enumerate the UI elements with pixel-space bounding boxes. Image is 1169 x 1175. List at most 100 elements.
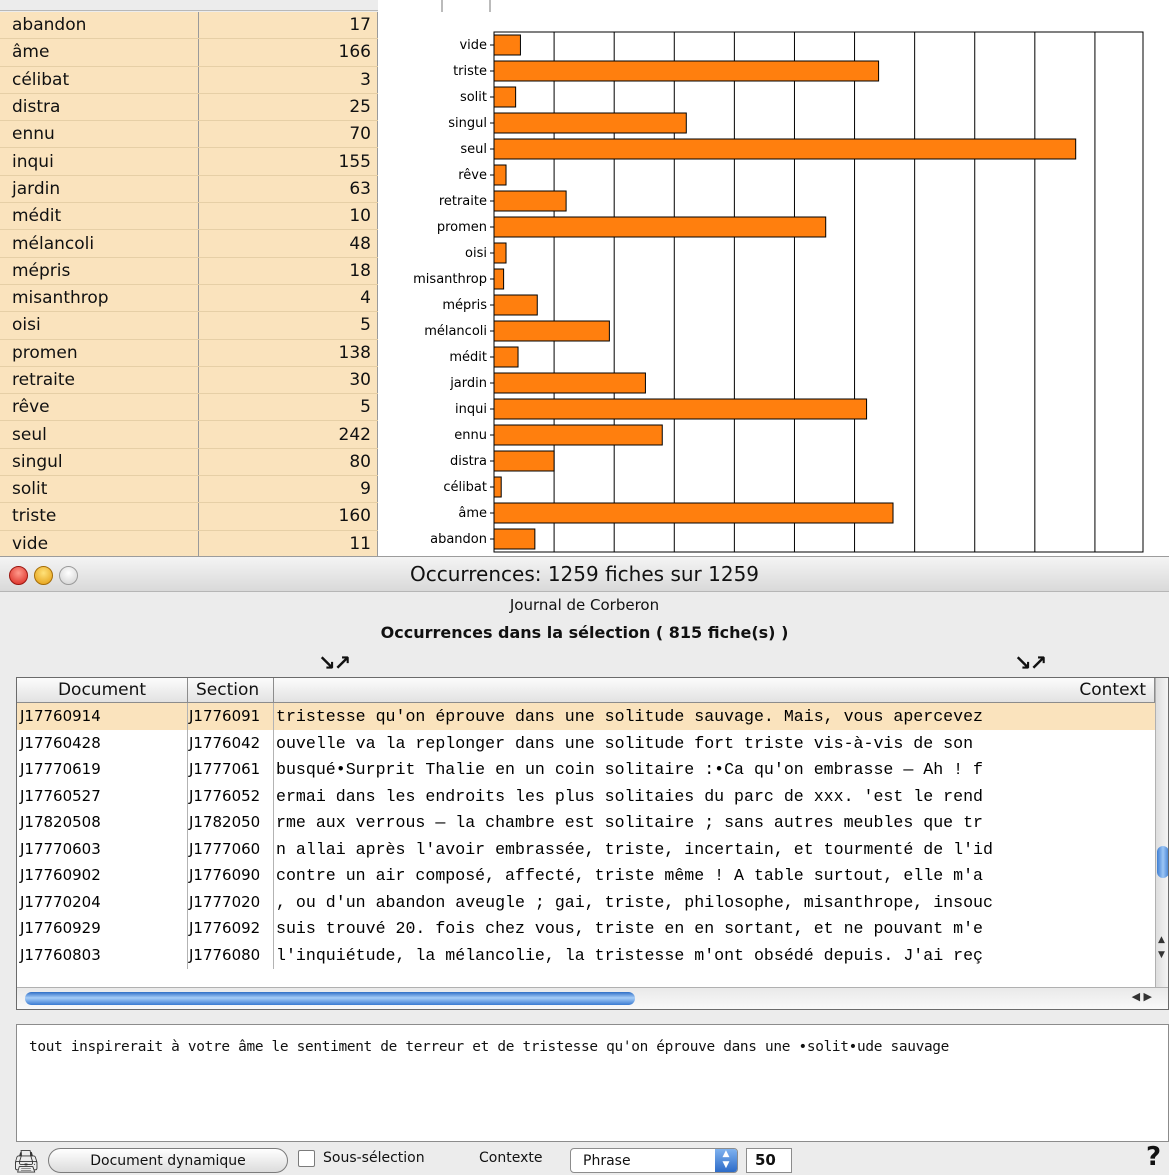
occurrences-grid: Document Section Context J17760914 J17760… <box>16 677 1169 1010</box>
vertical-scrollbar[interactable]: ▲ ▼ <box>1155 678 1168 987</box>
section-cell: J1776042 <box>188 729 274 757</box>
subselection-checkbox[interactable] <box>298 1150 315 1167</box>
dynamic-document-button[interactable]: Document dynamique <box>48 1148 288 1173</box>
table-row[interactable]: J17820508 J1782050 rme aux verrous — la ch… <box>17 809 1155 836</box>
word-table-row[interactable]: mélancoli 48 <box>0 229 378 258</box>
word-table-row[interactable]: solit 9 <box>0 475 378 504</box>
y-tick-label: jardin <box>449 376 487 391</box>
table-row[interactable]: J17770603 J1777060 n allai après l'avoir e… <box>17 835 1155 863</box>
bar-âme <box>493 502 894 524</box>
y-tick-label: triste <box>453 64 487 79</box>
count-cell: 80 <box>198 448 378 477</box>
word-cell: mépris <box>0 257 199 285</box>
subselection-label: Sous-sélection <box>323 1150 425 1166</box>
horizontal-scroll-thumb[interactable] <box>25 992 635 1005</box>
selection-heading: Occurrences dans la sélection ( 815 fich… <box>380 623 789 642</box>
word-cell: seul <box>0 420 199 449</box>
word-table-row[interactable]: médit 10 <box>0 202 378 231</box>
y-tick-label: ennu <box>454 428 487 443</box>
table-row[interactable]: J17770204 J1777020, ou d'un abandon aveug… <box>17 888 1155 916</box>
sort-arrows-icon[interactable]: ↘↗ <box>1014 651 1047 675</box>
sort-arrows-icon[interactable]: ↘↗ <box>318 651 351 675</box>
table-row[interactable]: J17760803 J1776080 l'inquiétude, la mélan… <box>17 941 1155 969</box>
table-row[interactable]: J17770619 J1777061 busqué•Surprit Thalie e… <box>17 756 1155 783</box>
section-cell: J1776080 <box>188 941 274 969</box>
word-table-row[interactable]: abandon 17 <box>0 12 378 40</box>
y-tick-label: abandon <box>430 532 487 547</box>
word-cell: retraite <box>0 366 199 395</box>
column-header-document[interactable]: Document <box>17 678 188 702</box>
count-cell: 160 <box>198 502 378 531</box>
context-size-field[interactable]: 50 <box>746 1148 792 1173</box>
scroll-arrows-icon[interactable]: ◀ ▶ <box>1132 990 1152 1003</box>
context-cell: tristesse qu'on éprouve dans une solitud… <box>276 707 984 726</box>
context-cell: l'inquiétude, la mélancolie, la tristess… <box>276 945 984 965</box>
word-table-row[interactable]: misanthrop 4 <box>0 284 378 313</box>
plot-area <box>493 31 1144 553</box>
document-cell: J17820508 <box>17 809 188 836</box>
word-table-row[interactable]: mépris 18 <box>0 257 378 285</box>
bar-triste <box>493 60 880 82</box>
table-row[interactable]: J17760527 J1776052 ermai dans les endroits… <box>17 782 1155 810</box>
select-arrows-icon: ▲ ▼ <box>715 1149 737 1172</box>
word-table-row[interactable]: âme 166 <box>0 38 378 67</box>
context-cell: busqué•Surprit Thalie en un coin solitai… <box>276 760 984 779</box>
y-tick-label: âme <box>458 506 487 521</box>
word-cell: célibat <box>0 66 199 94</box>
count-cell: 25 <box>198 93 378 122</box>
context-unit-select[interactable]: Phrase ▲ ▼ <box>570 1148 738 1173</box>
word-table-row[interactable]: rêve 5 <box>0 393 378 422</box>
table-row[interactable]: J17760428 J1776042 ouvelle va la replonger… <box>17 729 1155 757</box>
count-cell: 3 <box>198 66 378 94</box>
horizontal-scrollbar[interactable]: ◀ ▶ <box>17 987 1168 1009</box>
y-tick-label: seul <box>460 142 487 157</box>
word-table-row[interactable]: seul 242 <box>0 420 378 449</box>
word-cell: mélancoli <box>0 229 199 258</box>
word-cell: singul <box>0 448 199 477</box>
column-header-section[interactable]: Section <box>188 678 274 702</box>
word-table-row[interactable]: ennu 70 <box>0 120 378 149</box>
word-cell: ennu <box>0 120 199 149</box>
word-table-row[interactable]: singul 80 <box>0 448 378 477</box>
word-table-row[interactable]: retraite 30 <box>0 366 378 395</box>
word-table-row[interactable]: promen 138 <box>0 339 378 367</box>
word-cell: distra <box>0 93 199 122</box>
vertical-scroll-thumb[interactable] <box>1157 846 1168 878</box>
document-cell: J17760527 <box>17 782 188 810</box>
bar-distra <box>493 450 555 472</box>
y-tick-label: retraite <box>439 194 487 209</box>
bar-jardin <box>493 372 646 394</box>
table-row[interactable]: J17760902 J1776090 contre un air composé,… <box>17 862 1155 889</box>
full-context-text: tout inspirerait à votre âme le sentimen… <box>29 1039 950 1055</box>
context-cell: contre un air composé, affecté, triste m… <box>276 866 984 885</box>
document-cell: J17770619 <box>17 756 188 783</box>
word-frequency-table: abandon 17 âme 166 célibat 3 distra 25 ennu 70 inq… <box>0 12 378 558</box>
document-cell: J17760902 <box>17 862 188 889</box>
section-cell: J1782050 <box>188 809 274 836</box>
full-context-box[interactable]: tout inspirerait à votre âme le sentimen… <box>16 1024 1169 1142</box>
word-table-row[interactable]: vide 11 <box>0 530 378 558</box>
scroll-arrows-icon[interactable]: ▲ ▼ <box>1158 933 1165 963</box>
bar-inqui <box>493 398 868 420</box>
column-header-context[interactable]: Context <box>274 678 1155 702</box>
word-table-row[interactable]: inqui 155 <box>0 147 378 176</box>
table-row[interactable]: J17760914 J1776091 tristesse qu'on éprouve… <box>17 703 1155 730</box>
count-cell: 63 <box>198 175 378 204</box>
word-table-row[interactable]: oisi 5 <box>0 311 378 340</box>
word-table-row[interactable]: distra 25 <box>0 93 378 122</box>
bar-retraite <box>493 190 567 212</box>
count-cell: 155 <box>198 147 378 176</box>
word-table-row[interactable]: triste 160 <box>0 502 378 531</box>
count-cell: 242 <box>198 420 378 449</box>
table-row[interactable]: J17760929 J1776092 suis trouvé 20. fois c… <box>17 915 1155 942</box>
word-table-row[interactable]: jardin 63 <box>0 175 378 204</box>
context-cell: ouvelle va la replonger dans une solitud… <box>276 733 974 753</box>
help-button[interactable]: ? <box>1146 1142 1161 1172</box>
word-table-row[interactable]: célibat 3 <box>0 66 378 94</box>
printer-icon[interactable]: 🖨 <box>12 1150 40 1175</box>
word-cell: rêve <box>0 393 199 422</box>
count-cell: 11 <box>198 530 378 558</box>
document-cell: J17760929 <box>17 915 188 942</box>
document-cell: J17770603 <box>17 835 188 863</box>
bar-solit <box>493 86 517 108</box>
